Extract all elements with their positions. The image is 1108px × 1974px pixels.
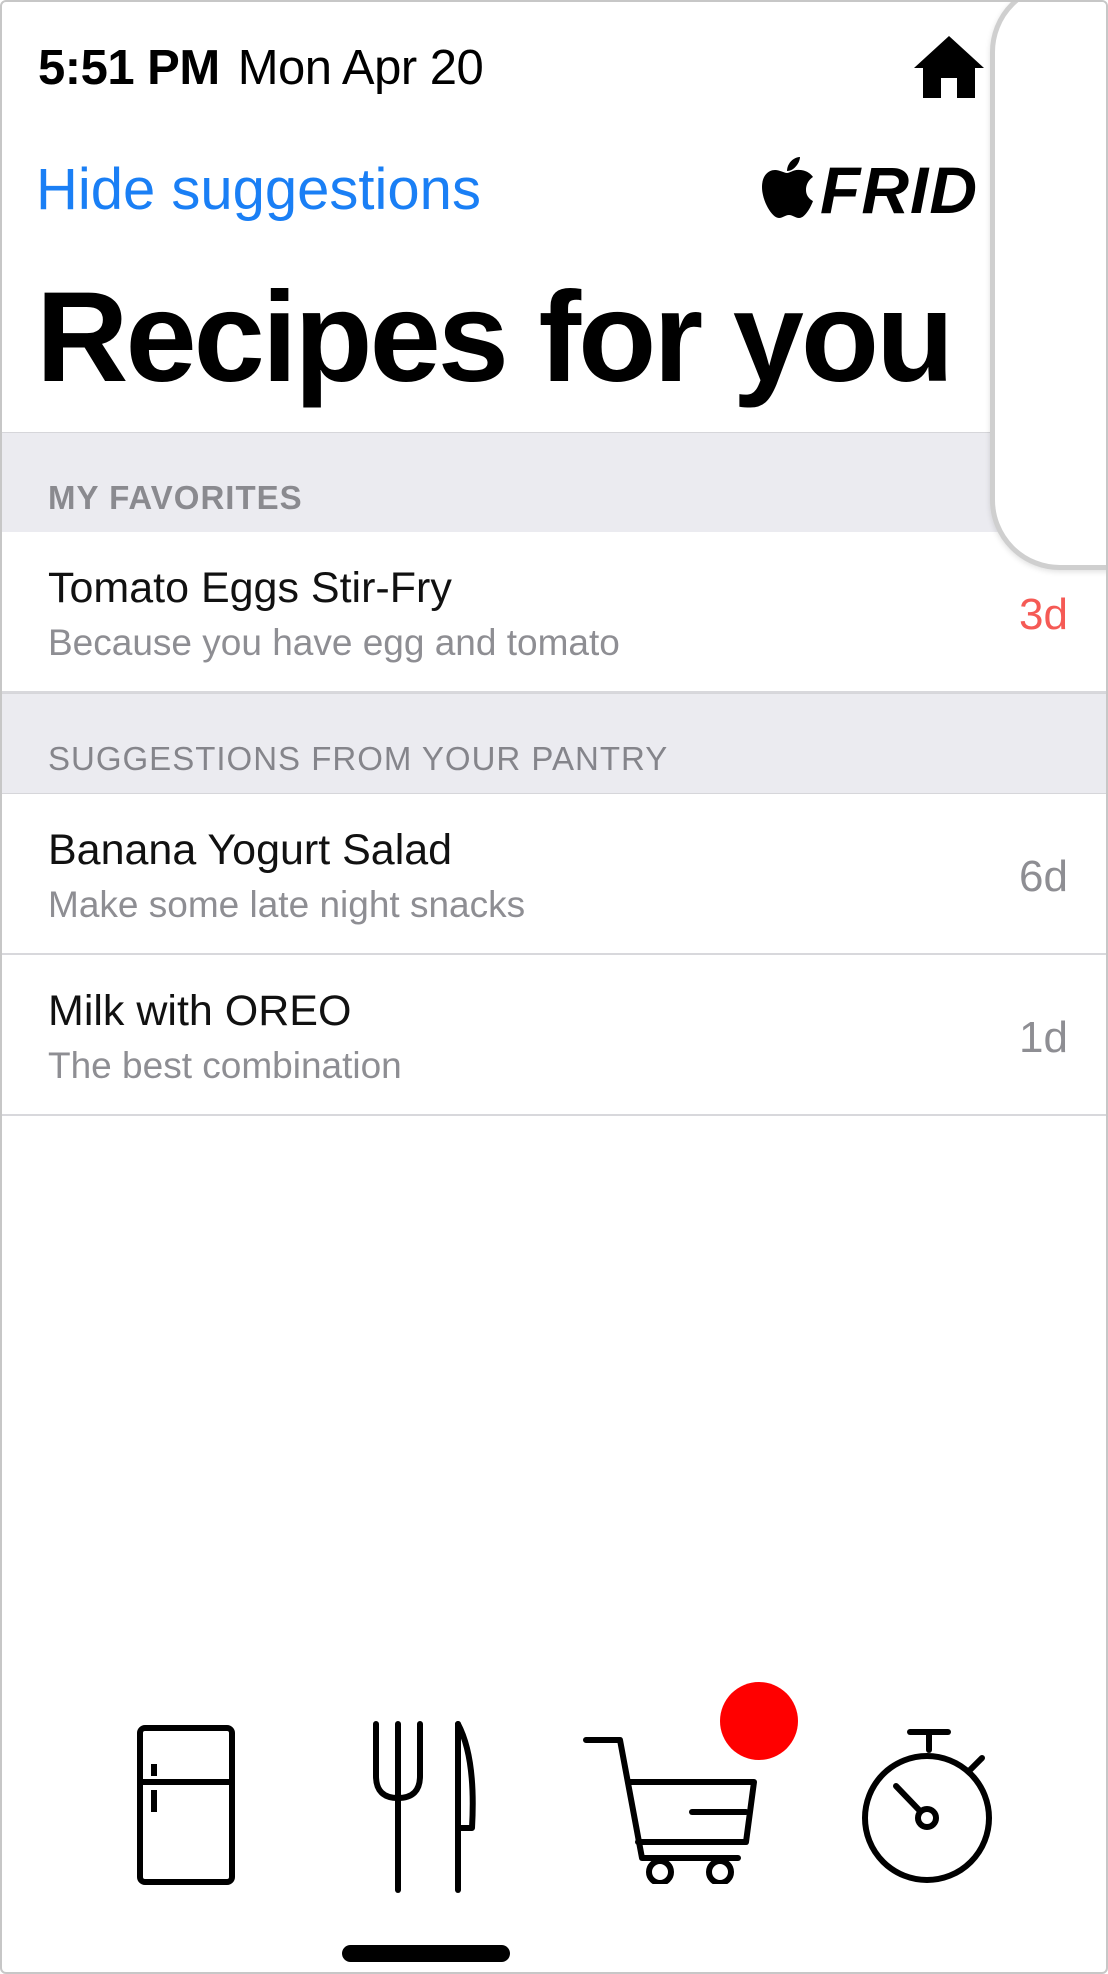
section-header-pantry: SUGGESTIONS FROM YOUR PANTRY xyxy=(2,693,1106,794)
section-header-favorites: MY FAVORITES xyxy=(2,432,1106,533)
home-icon[interactable] xyxy=(912,34,986,100)
recipe-row-milk-oreo[interactable]: Milk with OREO The best combination 1d xyxy=(2,955,1106,1116)
status-bar: 5:51 PM Mon Apr 20 xyxy=(38,40,484,96)
recipe-subtitle: Because you have egg and tomato xyxy=(48,622,620,663)
stopwatch-icon[interactable] xyxy=(860,1728,998,1884)
home-indicator[interactable] xyxy=(342,1945,510,1962)
tab-bar xyxy=(2,1702,1106,1902)
cart-badge xyxy=(720,1682,798,1760)
section-title: MY FAVORITES xyxy=(48,479,303,516)
recipe-title: Milk with OREO xyxy=(48,987,352,1035)
section-title: SUGGESTIONS FROM YOUR PANTRY xyxy=(48,740,669,777)
recipe-subtitle: The best combination xyxy=(48,1045,402,1086)
recipe-days-left: 3d xyxy=(1019,590,1068,639)
recipe-days-left: 6d xyxy=(1019,852,1068,901)
recipe-days-left: 1d xyxy=(1019,1013,1068,1062)
status-date: Mon Apr 20 xyxy=(237,41,484,95)
recipe-row-banana-yogurt[interactable]: Banana Yogurt Salad Make some late night… xyxy=(2,794,1106,955)
status-time: 5:51 PM xyxy=(38,41,220,95)
app-window: 5:51 PM Mon Apr 20 Hide suggestions FRID … xyxy=(0,0,1108,1974)
recipe-subtitle: Make some late night snacks xyxy=(48,884,526,925)
recipe-row-tomato-eggs[interactable]: Tomato Eggs Stir-Fry Because you have eg… xyxy=(2,532,1106,693)
brand-name: FRID xyxy=(820,153,978,227)
apple-logo-icon xyxy=(762,157,813,218)
recipe-title: Banana Yogurt Salad xyxy=(48,826,453,874)
fridge-icon[interactable] xyxy=(132,1724,236,1886)
shopping-cart-icon[interactable] xyxy=(582,1732,762,1884)
hide-suggestions-link[interactable]: Hide suggestions xyxy=(36,156,481,223)
fork-knife-icon[interactable] xyxy=(368,1718,478,1894)
page-title: Recipes for you xyxy=(36,266,954,409)
recipe-title: Tomato Eggs Stir-Fry xyxy=(48,564,452,612)
popover-overlay[interactable] xyxy=(990,2,1106,570)
